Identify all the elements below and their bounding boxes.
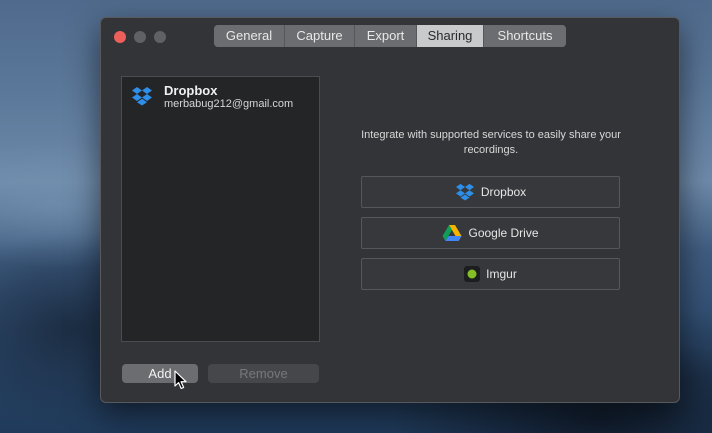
dropbox-icon xyxy=(132,87,152,106)
preferences-tab-bar: General Capture Export Sharing Shortcuts xyxy=(214,25,566,47)
title-bar: General Capture Export Sharing Shortcuts xyxy=(101,18,679,56)
connect-imgur-button[interactable]: Imgur xyxy=(361,258,620,290)
connect-dropbox-button[interactable]: Dropbox xyxy=(361,176,620,208)
tab-export[interactable]: Export xyxy=(355,25,417,47)
mouse-pointer-icon xyxy=(174,370,187,390)
account-email: merbabug212@gmail.com xyxy=(164,98,294,110)
connect-imgur-label: Imgur xyxy=(486,267,517,281)
imgur-icon xyxy=(464,266,481,282)
google-drive-icon xyxy=(442,225,462,241)
tab-general[interactable]: General xyxy=(214,25,285,47)
account-service-name: Dropbox xyxy=(164,83,218,98)
dropbox-icon xyxy=(455,183,474,201)
tab-capture[interactable]: Capture xyxy=(285,25,355,47)
zoom-window-button[interactable] xyxy=(154,31,166,43)
tab-shortcuts[interactable]: Shortcuts xyxy=(484,25,566,47)
minimize-window-button[interactable] xyxy=(134,31,146,43)
close-window-button[interactable] xyxy=(114,31,126,43)
connect-dropbox-label: Dropbox xyxy=(480,185,527,199)
preferences-window: General Capture Export Sharing Shortcuts… xyxy=(100,17,680,403)
remove-account-button[interactable]: Remove xyxy=(208,364,319,383)
sharing-intro-text: Integrate with supported services to eas… xyxy=(361,129,621,156)
connect-google-drive-label: Google Drive xyxy=(468,226,539,240)
connected-accounts-list[interactable]: Dropbox merbabug212@gmail.com xyxy=(121,76,320,342)
account-row-dropbox[interactable]: Dropbox merbabug212@gmail.com xyxy=(122,77,319,117)
tab-sharing[interactable]: Sharing xyxy=(417,25,484,47)
connect-google-drive-button[interactable]: Google Drive xyxy=(361,217,620,249)
